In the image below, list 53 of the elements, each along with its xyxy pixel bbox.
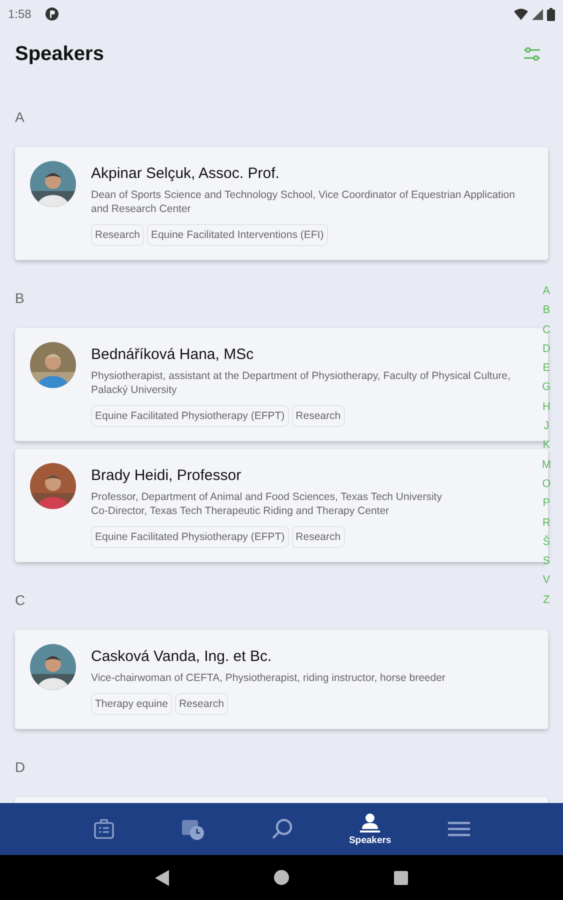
search-icon xyxy=(270,818,292,840)
section-letter: C xyxy=(14,591,26,610)
notification-icon xyxy=(45,7,60,21)
signal-icon xyxy=(532,8,543,20)
topic-tag[interactable]: Equine Facilitated Physiotherapy (EFPT) xyxy=(91,526,289,548)
recents-icon[interactable] xyxy=(394,870,408,884)
section-letter: D xyxy=(14,758,26,777)
back-icon[interactable] xyxy=(155,870,169,886)
index-letter[interactable]: R xyxy=(542,514,550,533)
topic-tag[interactable]: Therapy equine xyxy=(91,693,172,715)
topic-tag[interactable]: Research xyxy=(292,405,345,427)
topic-tag[interactable]: Research xyxy=(174,693,228,715)
index-letter[interactable]: Š xyxy=(542,532,550,552)
topic-tag[interactable]: Research xyxy=(292,526,345,548)
speaker-description: Professor, Department of Animal and Food Sciences, Texas Tech University Co-Director, Texas Tech Therapeutic Riding and Therapy Center xyxy=(91,490,442,518)
index-letter[interactable]: V xyxy=(542,571,550,591)
speaker-name: Bednáříková Hana, MSc xyxy=(91,346,255,363)
speaker-name: Brady Heidi, Professor xyxy=(91,467,242,484)
index-letter[interactable]: M xyxy=(542,456,551,475)
calendar-clock-icon xyxy=(180,817,205,841)
speaker-description: Dean of Sports Science and Technology School, Vice Coordinator of Equestrian Application and Research Center xyxy=(91,188,516,216)
speakers-tab[interactable]: Speakers xyxy=(326,803,414,855)
speaker-name: Casková Vanda, Ing. et Bc. xyxy=(91,648,273,665)
index-letter[interactable]: D xyxy=(542,340,550,360)
speaker-card[interactable]: Akpinar Selçuk, Assoc. Prof. Dean of Sports Science and Technology School, Vice Coordinator of Equestrian Application and Research Center Research Equine Facilitated Interventions (EFI) xyxy=(15,147,548,260)
speaker-card[interactable]: Casková Vanda, Ing. et Bc. Vice-chairwoman of CEFTA, Physiotherapist, riding instructor, horse breeder Therapy equine Research xyxy=(15,630,548,729)
index-letter[interactable]: S xyxy=(542,552,550,572)
filter-icon[interactable] xyxy=(523,46,541,62)
section-letter: A xyxy=(14,108,24,127)
index-letter[interactable]: G xyxy=(542,378,551,398)
battery-icon xyxy=(547,8,555,20)
speaker-icon xyxy=(359,812,382,832)
index-letter[interactable]: O xyxy=(542,474,551,494)
speaker-description: Vice-chairwoman of CEFTA, Physiotherapist, riding instructor, horse breeder xyxy=(91,671,446,685)
index-letter[interactable]: E xyxy=(542,359,550,378)
wifi-icon xyxy=(514,8,528,20)
topic-tag[interactable]: Equine Facilitated Physiotherapy (EFPT) xyxy=(91,405,289,427)
index-letter[interactable]: A xyxy=(542,282,550,302)
menu-icon xyxy=(448,821,470,837)
section-letter: B xyxy=(14,289,24,308)
topic-tag[interactable]: Equine Facilitated Interventions (EFI) xyxy=(146,224,328,246)
index-letter[interactable]: P xyxy=(542,494,550,514)
topic-tag[interactable]: Research xyxy=(91,224,144,246)
status-time: 1:58 xyxy=(8,7,32,21)
home-icon[interactable] xyxy=(274,870,289,885)
speaker-description: Physiotherapist, assistant at the Department of Physiotherapy, Faculty of Physical Culture, Palacký University xyxy=(91,369,512,397)
page-title: Speakers xyxy=(15,42,104,66)
clipboard-icon xyxy=(93,818,116,840)
index-letter[interactable]: Z xyxy=(543,590,550,610)
index-letter[interactable]: H xyxy=(542,398,550,418)
speaker-name: Akpinar Selçuk, Assoc. Prof. xyxy=(91,165,280,182)
index-letter[interactable]: J xyxy=(544,417,550,436)
index-letter[interactable]: B xyxy=(542,301,550,321)
